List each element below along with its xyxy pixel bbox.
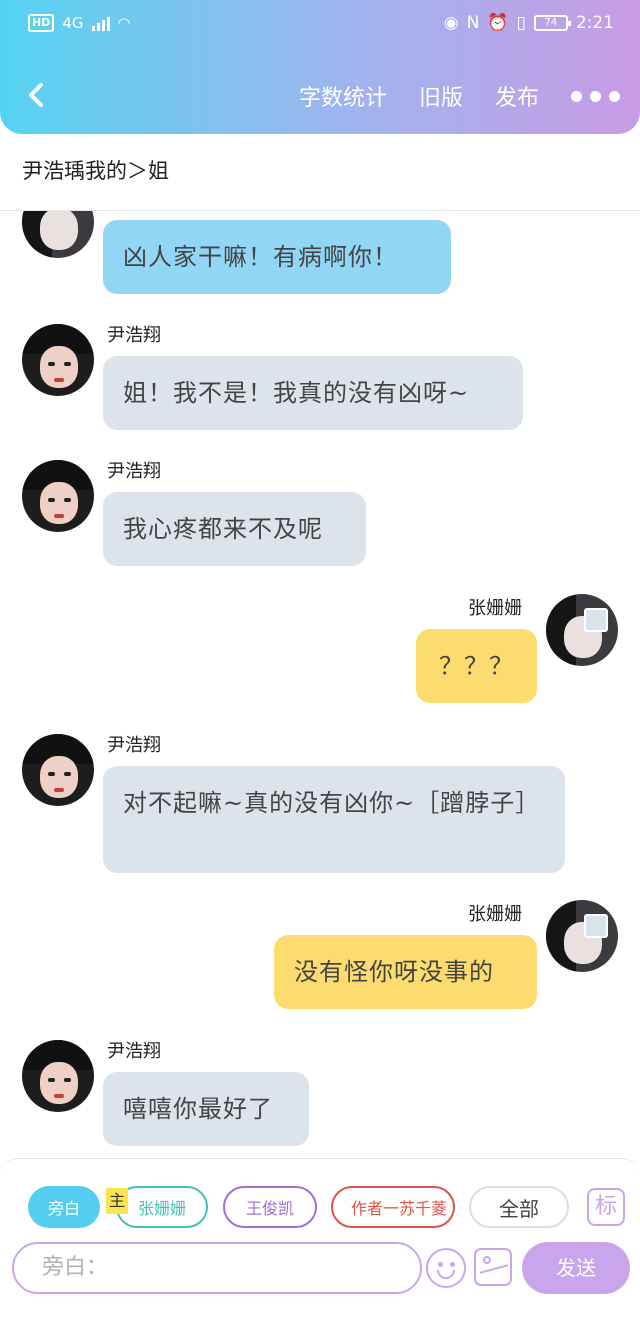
sender-name: 张姗姗 — [468, 598, 522, 619]
wifi-icon: ◠ — [117, 14, 131, 32]
header-bar: HD 4G ◠ ◉ N ⏰ ▯ 74 2:21 字数统计 旧版 发布 — [0, 0, 640, 134]
avatar[interactable] — [546, 900, 618, 972]
send-button[interactable]: 发送 — [522, 1242, 630, 1294]
old-version-button[interactable]: 旧版 — [419, 80, 463, 112]
avatar[interactable] — [22, 460, 94, 532]
alarm-icon: ⏰ — [487, 13, 509, 33]
role-wang-button[interactable]: 王俊凯 — [223, 1186, 317, 1228]
back-icon[interactable] — [22, 80, 52, 110]
sender-name: 尹浩翔 — [107, 735, 161, 756]
chapter-title[interactable]: 尹浩瑀我的＞姐 — [22, 155, 169, 185]
status-bar: HD 4G ◠ ◉ N ⏰ ▯ 74 2:21 — [0, 0, 640, 48]
avatar[interactable] — [22, 324, 94, 396]
main-role-badge: 主 — [106, 1188, 128, 1214]
sender-name: 张姗姗 — [468, 904, 522, 925]
tag-button[interactable]: 标 — [587, 1188, 625, 1226]
sender-name: 尹浩翔 — [107, 1041, 161, 1062]
emoji-icon[interactable] — [426, 1248, 466, 1288]
avatar[interactable] — [22, 734, 94, 806]
message-bubble[interactable]: 对不起嘛~真的没有凶你~［蹭脖子］ — [103, 766, 565, 873]
sender-name: 尹浩翔 — [107, 325, 161, 346]
eye-icon: ◉ — [443, 13, 459, 33]
nav-bar: 字数统计 旧版 发布 — [0, 74, 640, 120]
vibrate-icon: ▯ — [516, 13, 526, 33]
role-zhang-button[interactable]: 张姗姗 — [116, 1186, 208, 1228]
message-bubble[interactable]: 嘻嘻你最好了 — [103, 1072, 309, 1146]
message-bubble[interactable]: 凶人家干嘛！有病啊你！ — [103, 220, 451, 294]
role-author-button[interactable]: 作者一苏千菱 — [331, 1186, 455, 1228]
word-count-button[interactable]: 字数统计 — [299, 80, 387, 112]
network-label: 4G — [62, 14, 84, 32]
clock: 2:21 — [575, 13, 614, 33]
message-input[interactable]: 旁白： — [12, 1242, 422, 1294]
nfc-icon: N — [466, 13, 480, 33]
avatar[interactable] — [546, 594, 618, 666]
avatar[interactable] — [22, 211, 94, 258]
message-bubble[interactable]: ？？？ — [416, 629, 537, 703]
hd-badge: HD — [28, 14, 55, 32]
message-bubble[interactable]: 我心疼都来不及呢 — [103, 492, 366, 566]
publish-button[interactable]: 发布 — [495, 80, 539, 112]
message-bubble[interactable]: 姐！我不是！我真的没有凶呀~ — [103, 356, 523, 430]
avatar[interactable] — [22, 1040, 94, 1112]
image-icon[interactable] — [474, 1248, 512, 1286]
battery-icon: 74 — [533, 15, 571, 31]
chat-area[interactable]: 凶人家干嘛！有病啊你！ 尹浩翔 姐！我不是！我真的没有凶呀~ 尹浩翔 我心疼都来… — [0, 211, 640, 1158]
role-narrator-button[interactable]: 旁白 — [28, 1186, 100, 1228]
role-all-button[interactable]: 全部 — [469, 1186, 569, 1228]
sender-name: 尹浩翔 — [107, 461, 161, 482]
signal-icon — [91, 15, 110, 31]
message-bubble[interactable]: 没有怪你呀没事的 — [274, 935, 537, 1009]
more-icon[interactable] — [571, 90, 620, 102]
